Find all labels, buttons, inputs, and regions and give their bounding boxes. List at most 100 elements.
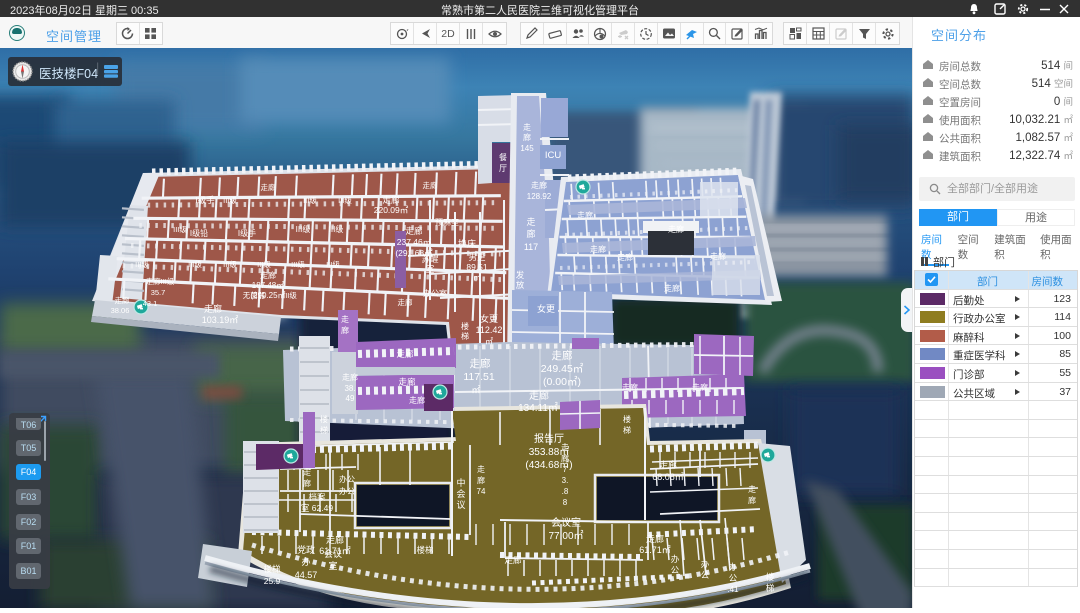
- svg-text:III级: III级: [326, 259, 340, 269]
- svg-text:女更: 女更: [480, 313, 498, 324]
- svg-text:走廊: 走廊: [261, 182, 276, 192]
- svg-text:III级: III级: [188, 259, 202, 269]
- svg-text:III级: III级: [173, 224, 187, 234]
- svg-text:(0.00㎡): (0.00㎡): [543, 376, 581, 388]
- svg-text:会议: 会议: [324, 548, 342, 559]
- svg-text:I级铅: I级铅: [190, 228, 208, 238]
- svg-text:廊: 廊: [561, 453, 569, 463]
- svg-text:61.71㎡: 61.71㎡: [639, 545, 671, 555]
- svg-text:187.48㎡: 187.48㎡: [252, 281, 284, 290]
- svg-text:III级: III级: [303, 195, 317, 205]
- svg-text:走廊: 走廊: [646, 533, 664, 544]
- svg-text:3.: 3.: [562, 476, 569, 485]
- svg-text:走: 走: [523, 123, 531, 132]
- svg-text:145: 145: [520, 144, 534, 153]
- svg-text:放: 放: [516, 280, 525, 290]
- svg-text:议: 议: [456, 500, 465, 510]
- svg-text:走廊: 走廊: [692, 382, 708, 392]
- svg-text:III级: III级: [223, 195, 237, 205]
- svg-text:走: 走: [748, 485, 756, 494]
- svg-text:走廊: 走廊: [423, 180, 438, 190]
- svg-text:走廊: 走廊: [617, 252, 633, 262]
- svg-text:走: 走: [477, 465, 485, 474]
- svg-text:楼: 楼: [320, 414, 328, 424]
- svg-text:走廊: 走廊: [668, 224, 684, 234]
- svg-text:III级: III级: [283, 290, 297, 300]
- svg-text:走廊: 走廊: [659, 459, 677, 470]
- svg-text:7: 7: [563, 465, 568, 474]
- svg-text:无菌器: 无菌器: [243, 290, 266, 300]
- svg-text:89.51: 89.51: [466, 262, 488, 272]
- svg-text:走廊: 走廊: [577, 210, 593, 220]
- svg-text:III级: III级: [257, 259, 271, 269]
- svg-text:室: 室: [328, 560, 337, 571]
- svg-text:走: 走: [303, 468, 311, 477]
- svg-text:25.9: 25.9: [264, 576, 281, 586]
- svg-text:办: 办: [301, 556, 310, 567]
- svg-text:走廊: 走廊: [409, 395, 425, 405]
- svg-text:.41: .41: [727, 585, 739, 594]
- svg-text:廊: 廊: [477, 475, 485, 485]
- svg-text:走: 走: [561, 443, 569, 452]
- svg-text:走廊III级: 走廊III级: [146, 276, 175, 286]
- svg-text:走廊: 走廊: [398, 297, 413, 307]
- svg-text:77.00㎡: 77.00㎡: [548, 530, 583, 542]
- svg-text:112.42: 112.42: [476, 325, 503, 335]
- svg-text:220.09㎡: 220.09㎡: [374, 205, 409, 215]
- svg-text:办: 办: [729, 562, 738, 572]
- svg-text:梯: 梯: [461, 331, 469, 341]
- svg-text:楼梯: 楼梯: [263, 564, 281, 574]
- svg-text:走廊: 走廊: [398, 377, 416, 387]
- svg-text:厅: 厅: [499, 164, 507, 173]
- svg-text:44.57: 44.57: [295, 570, 318, 580]
- svg-text:走廊: 走廊: [664, 283, 680, 293]
- svg-text:68.08㎡: 68.08㎡: [652, 472, 684, 482]
- svg-text:㎡: ㎡: [471, 385, 480, 395]
- svg-text:117.51: 117.51: [463, 371, 494, 383]
- svg-text:女更: 女更: [537, 303, 555, 314]
- svg-text:走廊: 走廊: [396, 349, 414, 359]
- svg-text:办: 办: [671, 554, 680, 564]
- svg-text:走廊: 走廊: [470, 357, 491, 370]
- svg-text:室: 室: [426, 264, 435, 274]
- svg-text:廊: 廊: [341, 325, 349, 335]
- svg-text:餐: 餐: [499, 153, 507, 162]
- svg-text:走廊: 走廊: [590, 244, 606, 254]
- svg-text:党政: 党政: [297, 544, 315, 555]
- svg-text:梯: 梯: [320, 425, 328, 435]
- svg-text:走廊: 走廊: [115, 295, 130, 305]
- svg-text:㎡: ㎡: [473, 273, 481, 282]
- svg-text:廊: 廊: [526, 228, 535, 239]
- svg-text:走廊: 走廊: [405, 226, 423, 236]
- svg-text:男更: 男更: [468, 252, 486, 262]
- svg-text:134.11㎡: 134.11㎡: [518, 402, 558, 414]
- svg-text:走廊: 走廊: [382, 195, 400, 205]
- svg-text:走廊: 走廊: [710, 251, 726, 261]
- svg-text:走廊: 走廊: [531, 180, 547, 190]
- svg-text:III级: III级: [296, 224, 311, 234]
- svg-text:换床: 换床: [458, 238, 476, 249]
- svg-text:廊: 廊: [748, 495, 756, 505]
- svg-text:楼: 楼: [766, 572, 775, 582]
- svg-text:苏醒: 苏醒: [421, 254, 439, 264]
- svg-text:会: 会: [456, 488, 465, 499]
- svg-text:楼: 楼: [461, 321, 469, 331]
- svg-text:.8: .8: [562, 487, 569, 496]
- svg-text:报告厅: 报告厅: [534, 432, 564, 445]
- svg-text:38.: 38.: [344, 384, 355, 393]
- svg-text:I级手: I级手: [238, 228, 256, 238]
- svg-text:走: 走: [341, 315, 349, 324]
- svg-text:43.1: 43.1: [143, 299, 158, 308]
- svg-text:公: 公: [701, 570, 710, 580]
- svg-text:走: 走: [526, 217, 535, 227]
- svg-text:III级: III级: [135, 259, 149, 269]
- svg-text:廊: 廊: [303, 478, 311, 488]
- svg-text:㎡: ㎡: [485, 337, 493, 346]
- svg-text:会议室: 会议室: [551, 516, 581, 529]
- svg-text:办: 办: [701, 559, 710, 569]
- svg-text:走廊: 走廊: [342, 372, 358, 382]
- svg-text:梯: 梯: [623, 425, 631, 435]
- svg-text:38.06: 38.06: [111, 306, 130, 315]
- svg-text:117: 117: [524, 242, 538, 252]
- svg-text:走廊: 走廊: [326, 534, 344, 545]
